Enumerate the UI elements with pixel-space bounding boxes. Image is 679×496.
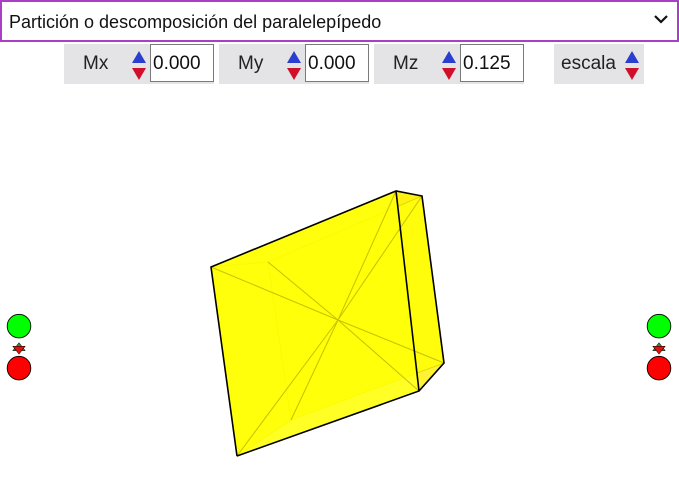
right-side-controls <box>646 313 672 381</box>
left-side-controls <box>6 313 32 381</box>
updown-arrows-icon[interactable] <box>12 342 26 355</box>
parallelepiped-canvas[interactable] <box>0 0 679 496</box>
updown-arrows-icon[interactable] <box>652 342 666 355</box>
green-circle-icon[interactable] <box>6 313 32 339</box>
red-circle-icon[interactable] <box>646 355 672 381</box>
red-circle-icon[interactable] <box>6 355 32 381</box>
parallelepiped-solid <box>210 190 445 457</box>
green-circle-icon[interactable] <box>646 313 672 339</box>
front-face <box>211 191 419 456</box>
